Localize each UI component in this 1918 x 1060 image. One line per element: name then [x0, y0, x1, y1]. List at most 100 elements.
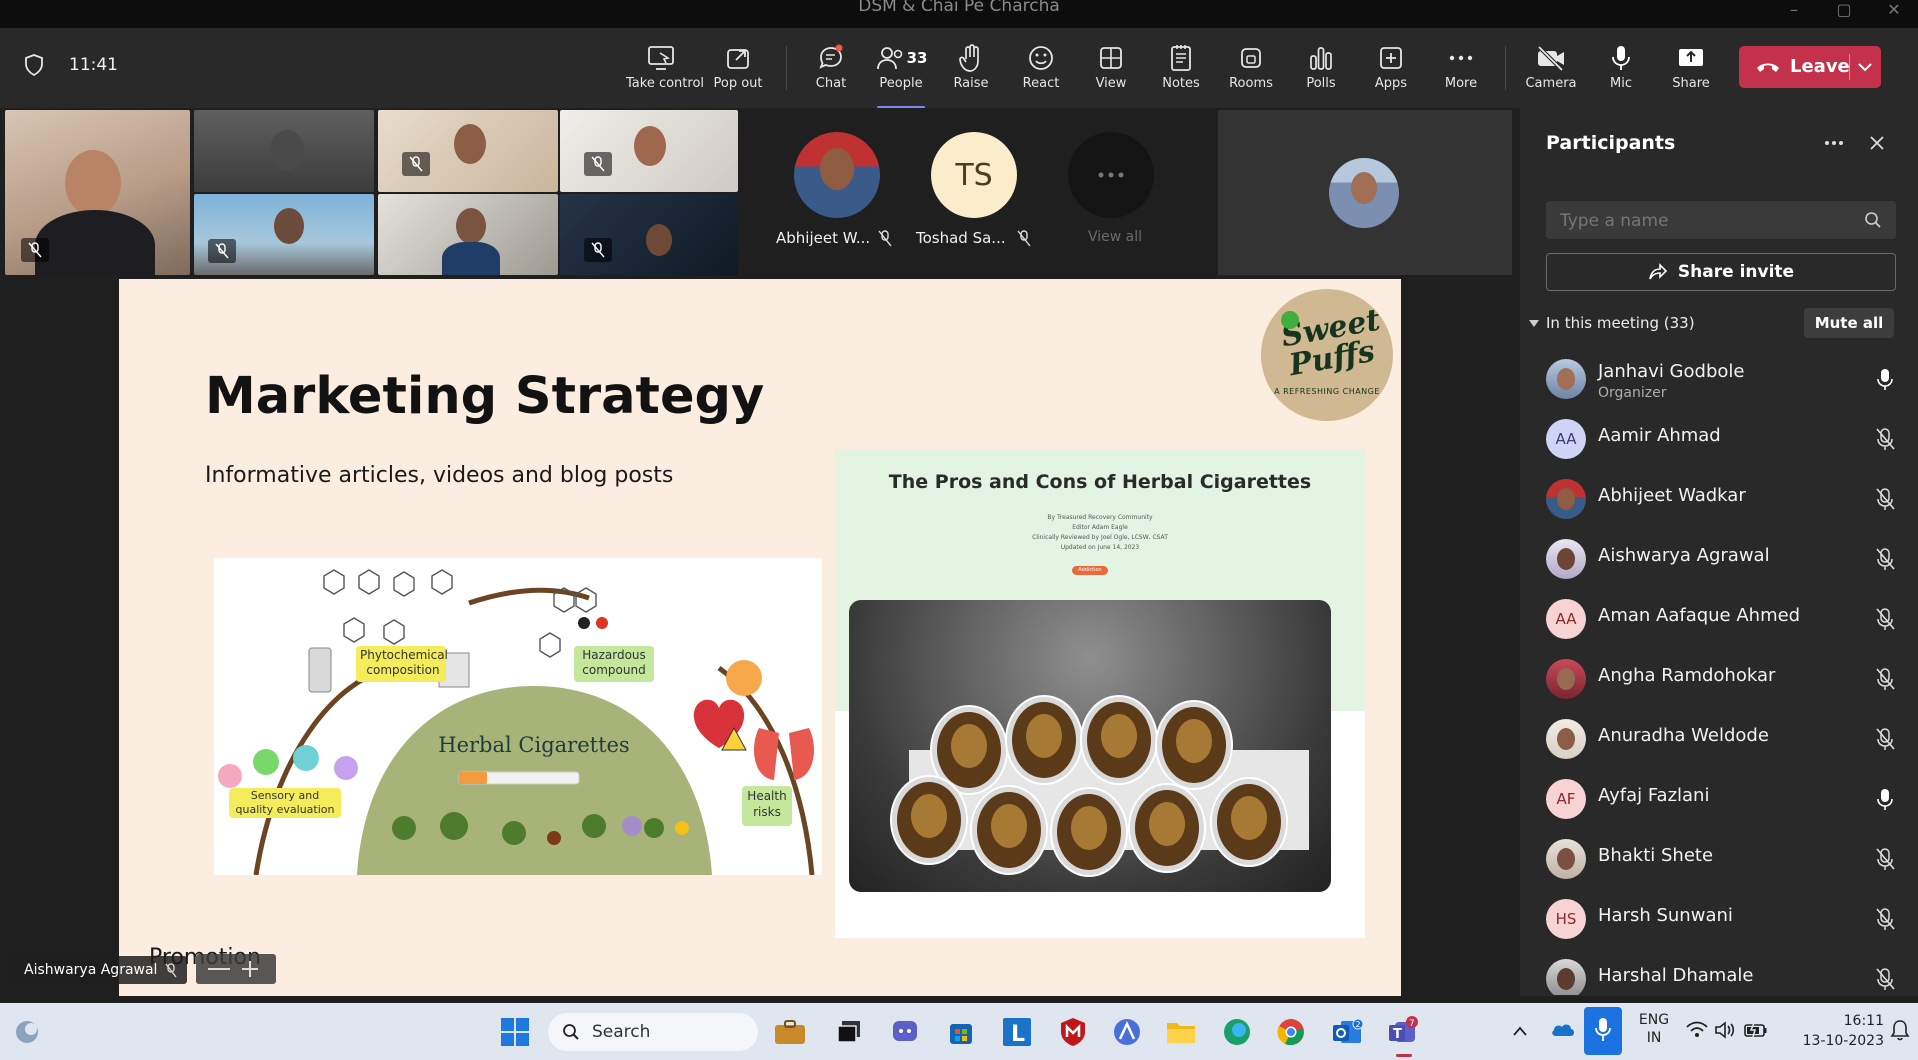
- participant-row[interactable]: Anuradha Weldode: [1546, 709, 1896, 765]
- search-icon: [1865, 212, 1881, 228]
- video-tile[interactable]: [194, 194, 374, 275]
- mic-muted-indicator: [208, 239, 236, 263]
- video-tile[interactable]: [5, 110, 190, 275]
- l-app-icon[interactable]: L: [1000, 1015, 1034, 1049]
- teams-icon[interactable]: T7: [1386, 1015, 1420, 1049]
- mic-off-icon: [1876, 848, 1895, 870]
- video-tile[interactable]: [560, 194, 738, 275]
- share-invite-button[interactable]: Share invite: [1546, 253, 1896, 291]
- camera-off-icon: [1537, 45, 1564, 72]
- notification-bell-icon[interactable]: [1890, 1019, 1910, 1041]
- teams-chat-icon[interactable]: [888, 1015, 922, 1049]
- outlook-icon[interactable]: 2: [1330, 1015, 1364, 1049]
- video-tile[interactable]: [378, 110, 558, 192]
- rooms-button[interactable]: Rooms: [1216, 42, 1286, 91]
- more-button[interactable]: More: [1426, 42, 1496, 91]
- language-indicator[interactable]: ENG IN: [1636, 1011, 1672, 1047]
- mic-off-icon: [1876, 668, 1895, 690]
- pop-out-label: Pop out: [713, 76, 763, 91]
- mic-off-icon: [1876, 608, 1895, 630]
- leave-button[interactable]: Leave: [1739, 46, 1881, 88]
- search-field[interactable]: [1546, 201, 1862, 241]
- article-screenshot: The Pros and Cons of Herbal Cigarettes B…: [835, 449, 1365, 938]
- mic-in-use-indicator[interactable]: [1584, 1007, 1622, 1055]
- more-options-icon[interactable]: [1824, 140, 1844, 146]
- maximize-button[interactable]: ▢: [1826, 0, 1862, 24]
- participant-row[interactable]: Janhavi Godbole Organizer: [1546, 349, 1896, 405]
- self-view-tile[interactable]: [1218, 110, 1512, 275]
- polls-icon: [1310, 47, 1332, 70]
- view-button[interactable]: View: [1076, 42, 1146, 91]
- mcafee-icon[interactable]: [1056, 1015, 1090, 1049]
- close-window-button[interactable]: ✕: [1876, 0, 1912, 24]
- close-icon[interactable]: [1868, 134, 1886, 152]
- collapse-triangle-icon[interactable]: [1528, 319, 1540, 329]
- file-explorer-icon[interactable]: [1164, 1015, 1198, 1049]
- people-button[interactable]: 33 People: [866, 42, 936, 109]
- pop-out-button[interactable]: Pop out: [703, 42, 773, 91]
- wifi-icon[interactable]: [1686, 1021, 1708, 1039]
- video-tile[interactable]: [194, 110, 374, 192]
- take-control-label: Take control: [626, 76, 705, 91]
- avatar: [1546, 659, 1586, 699]
- chrome-icon[interactable]: [1274, 1015, 1308, 1049]
- hang-up-icon: [1757, 63, 1779, 72]
- participant-avatar[interactable]: [794, 132, 880, 218]
- shield-icon[interactable]: [24, 54, 44, 76]
- chevron-down-icon[interactable]: [1857, 61, 1873, 73]
- task-view-icon[interactable]: [832, 1015, 866, 1049]
- battery-icon[interactable]: [1744, 1021, 1768, 1039]
- arc-app-icon[interactable]: [1110, 1015, 1144, 1049]
- panel-title: Participants: [1546, 132, 1676, 154]
- mic-off-icon: [878, 230, 892, 247]
- article-tag: Addiction: [1072, 566, 1108, 575]
- widgets-icon[interactable]: [10, 1015, 44, 1049]
- participant-row[interactable]: AA Aman Aafaque Ahmed: [1546, 589, 1896, 645]
- clock[interactable]: 16:11 13-10-2023: [1784, 1011, 1884, 1051]
- chat-button[interactable]: Chat: [796, 42, 866, 91]
- participant-row[interactable]: AA Aamir Ahmad: [1546, 409, 1896, 465]
- view-all-button[interactable]: [1068, 132, 1154, 218]
- taskbar-search[interactable]: Search: [548, 1013, 758, 1051]
- avatar: [1546, 479, 1586, 519]
- raise-hand-button[interactable]: Raise: [936, 42, 1006, 91]
- participant-row[interactable]: Aishwarya Agrawal: [1546, 529, 1896, 585]
- camera-button[interactable]: Camera: [1516, 42, 1586, 91]
- slide-zoom-control[interactable]: [196, 954, 276, 984]
- clock-time: 16:11: [1843, 1013, 1884, 1029]
- share-button[interactable]: Share: [1656, 42, 1726, 91]
- briefcase-icon[interactable]: [768, 1015, 812, 1049]
- minimize-button[interactable]: –: [1776, 0, 1812, 24]
- edge-icon[interactable]: [1220, 1015, 1254, 1049]
- react-button[interactable]: React: [1006, 42, 1076, 91]
- mic-off-icon: [1876, 488, 1895, 510]
- apps-button[interactable]: Apps: [1356, 42, 1426, 91]
- participant-row[interactable]: Bhakti Shete: [1546, 829, 1896, 885]
- participant-row[interactable]: AF Ayfaj Fazlani: [1546, 769, 1896, 825]
- mute-all-button[interactable]: Mute all: [1804, 308, 1894, 338]
- video-tile[interactable]: [378, 194, 558, 275]
- participant-row[interactable]: Harshal Dhamale: [1546, 949, 1896, 995]
- share-label: Share: [1672, 76, 1710, 91]
- store-icon[interactable]: [944, 1015, 978, 1049]
- take-control-button[interactable]: Take control: [626, 42, 705, 91]
- slide-subtitle: Informative articles, videos and blog po…: [205, 463, 674, 488]
- participant-row[interactable]: HS Harsh Sunwani: [1546, 889, 1896, 945]
- participant-row[interactable]: Angha Ramdohokar: [1546, 649, 1896, 705]
- pop-out-icon: [727, 49, 749, 69]
- start-icon[interactable]: [498, 1015, 532, 1049]
- chevron-up-icon[interactable]: [1512, 1025, 1528, 1037]
- shared-slide: Marketing Strategy Informative articles,…: [119, 279, 1401, 996]
- search-input[interactable]: [1546, 201, 1896, 241]
- participant-avatar[interactable]: TS: [931, 132, 1017, 218]
- notes-button[interactable]: Notes: [1146, 42, 1216, 91]
- mic-button[interactable]: Mic: [1586, 42, 1656, 91]
- video-tile[interactable]: [560, 110, 738, 192]
- polls-button[interactable]: Polls: [1286, 42, 1356, 91]
- participant-row[interactable]: Abhijeet Wadkar: [1546, 469, 1896, 525]
- volume-icon[interactable]: [1714, 1021, 1736, 1039]
- infographic-title: Herbal Cigarettes: [438, 733, 630, 757]
- zoom-out-icon[interactable]: [208, 968, 230, 970]
- section-header[interactable]: In this meeting (33): [1546, 314, 1695, 332]
- onedrive-icon[interactable]: [1550, 1020, 1576, 1040]
